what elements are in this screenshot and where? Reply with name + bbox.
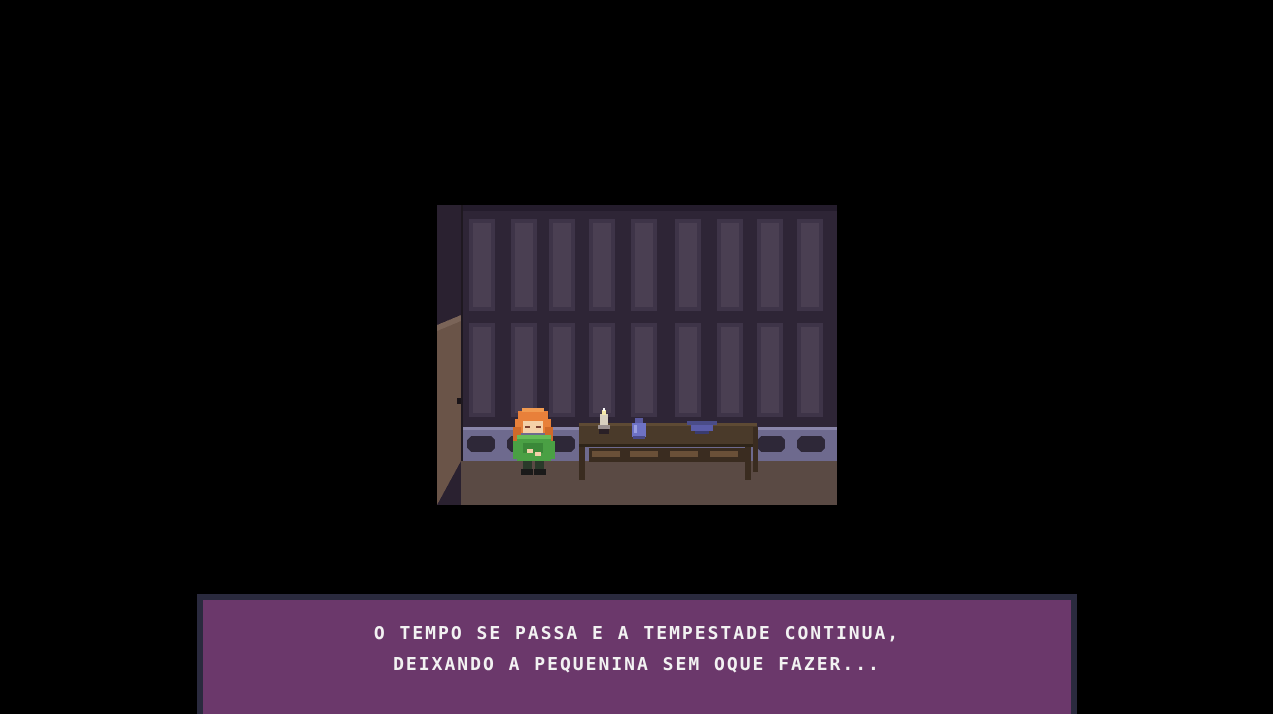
wall-panel-inset [761,327,779,413]
wall-panel-inset [593,223,611,307]
wall-panel-inset [593,327,611,413]
floor [437,461,837,505]
dialogue-line-2: deixando a pequenina sem oque fazer... [393,654,881,675]
game-screen: O tempo se passa e a tempestade continua… [0,0,1273,714]
wall-panel-inset [761,223,779,307]
wall-panel-inset [635,223,653,307]
wall-panel-inset [679,327,697,413]
wall-panel-inset [553,327,571,413]
side-door [437,205,463,505]
wall-panel-inset [721,223,739,307]
wall-panel-inset [635,327,653,413]
dialogue-box[interactable]: O tempo se passa e a tempestade continua… [197,594,1077,714]
baseboard-ornament [797,436,825,452]
wall-panel-inset [721,327,739,413]
wall-panel-inset [515,327,533,413]
wall-panel-inset [801,223,819,307]
wall-panel-inset [515,223,533,307]
wall-panel-inset [801,327,819,413]
room-scene [437,205,837,505]
wall-panel-inset [553,223,571,307]
baseboard-ornament [757,436,785,452]
baseboard-ornament [467,436,495,452]
wall-panel-inset [473,327,491,413]
dialogue-panel: O tempo se passa e a tempestade continua… [203,600,1071,714]
wall-panel-inset [473,223,491,307]
dialogue-line-1: O tempo se passa e a tempestade continua… [373,623,901,644]
wall-panel-inset [679,223,697,307]
